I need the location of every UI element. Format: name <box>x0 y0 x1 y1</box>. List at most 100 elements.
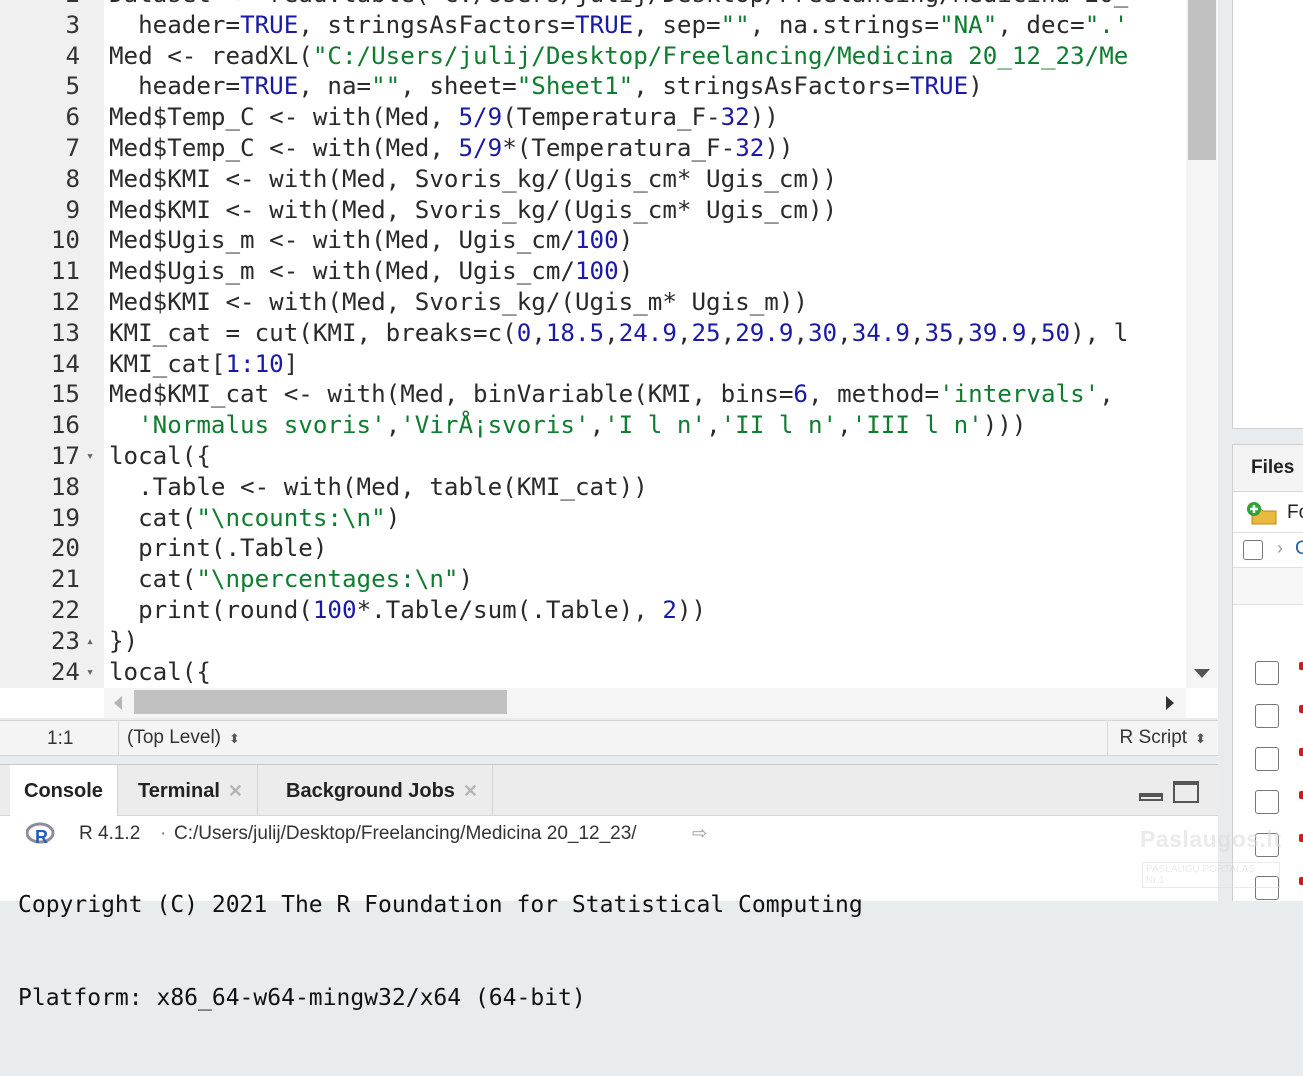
code-line[interactable]: 14 KMI_cat[1:10] <box>0 349 1186 380</box>
source-editor[interactable]: 2 Dataset <- read.table("C:/Users/julij/D… <box>0 0 1218 718</box>
line-number: 3 <box>65 10 80 39</box>
editor-horizontal-scrollbar[interactable] <box>104 688 1186 718</box>
code-token: "" <box>720 10 750 39</box>
file-row[interactable] <box>1233 650 1303 693</box>
code-token: , <box>909 318 925 347</box>
code-line[interactable]: 22 print(round(100*.Table/sum(.Table), 2… <box>0 595 1186 626</box>
code-token: TRUE <box>575 10 634 39</box>
code-area[interactable]: 2 Dataset <- read.table("C:/Users/julij/D… <box>0 0 1186 688</box>
code-line[interactable]: 11 Med$Ugis_m <- with(Med, Ugis_cm/100) <box>0 256 1186 287</box>
line-number: 17 <box>50 442 80 470</box>
tab-files[interactable]: Files <box>1233 445 1303 492</box>
breadcrumb-home[interactable]: C <box>1295 538 1303 560</box>
code-token: ) <box>618 257 634 286</box>
horizontal-scroll-thumb[interactable] <box>134 690 507 714</box>
code-token: "" <box>371 72 401 101</box>
console-output[interactable]: Copyright (C) 2021 The R Foundation for … <box>18 842 1208 1076</box>
code-line[interactable]: 8 Med$KMI <- with(Med, Svoris_kg/(Ugis_cm… <box>0 164 1186 195</box>
file-type-selector[interactable]: R Script ⬍ <box>1106 721 1218 755</box>
code-token: , dec= <box>997 10 1085 39</box>
code-token: , <box>604 318 619 347</box>
tab-console[interactable]: Console <box>10 765 118 816</box>
code-text: Med$Ugis_m <- with(Med, Ugis_cm/100) <box>109 225 633 256</box>
vertical-scroll-thumb[interactable] <box>1188 0 1216 160</box>
chevron-right-icon: › <box>1277 538 1283 558</box>
code-line[interactable]: 13 KMI_cat = cut(KMI, breaks=c(0,18.5,24.… <box>0 318 1186 349</box>
code-token: header= <box>109 10 241 39</box>
code-token: , <box>793 318 808 347</box>
scope-selector[interactable]: (Top Level) ⬍ <box>118 721 240 755</box>
console-output-line: Platform: x86_64-w64-mingw32/x64 (64-bit… <box>18 985 586 1011</box>
code-token: ) <box>458 565 474 594</box>
code-line[interactable]: 23 ▴}) <box>0 626 1186 657</box>
fold-expand-icon[interactable]: ▾ <box>83 441 97 472</box>
code-token: print(.Table) <box>109 534 328 563</box>
code-token: , na= <box>298 72 372 101</box>
code-text: Med <- readXL("C:/Users/julij/Desktop/Fr… <box>109 41 1128 72</box>
code-token: .Table <- with(Med, table(KMI_cat)) <box>109 472 648 501</box>
code-line[interactable]: 18 .Table <- with(Med, table(KMI_cat)) <box>0 472 1186 503</box>
code-token: "NA" <box>939 10 998 39</box>
file-type-icon <box>1299 834 1303 842</box>
file-type-label: R Script <box>1119 727 1188 748</box>
code-line[interactable]: 20 print(.Table) <box>0 533 1186 564</box>
files-toolbar: Fo <box>1233 492 1303 533</box>
code-token: 32 <box>720 103 750 132</box>
code-line[interactable]: 17 ▾ local({ <box>0 441 1186 472</box>
close-icon[interactable]: ✕ <box>228 781 243 801</box>
file-row-checkbox[interactable] <box>1255 790 1279 814</box>
code-token: 35 <box>924 318 954 347</box>
file-type-icon <box>1299 705 1303 713</box>
maximize-pane-icon[interactable] <box>1173 781 1199 803</box>
file-row[interactable] <box>1233 779 1303 822</box>
code-token: , <box>531 318 546 347</box>
code-line[interactable]: 10 Med$Ugis_m <- with(Med, Ugis_cm/100) <box>0 225 1186 256</box>
fold-expand-icon[interactable]: ▾ <box>83 657 97 688</box>
code-line[interactable]: 15 Med$KMI_cat <- with(Med, binVariable(K… <box>0 379 1186 410</box>
code-line[interactable]: 6 Med$Temp_C <- with(Med, 5/9(Temperatura… <box>0 102 1186 133</box>
close-icon[interactable]: ✕ <box>463 781 478 801</box>
code-line[interactable]: 24 ▾ local({ <box>0 657 1186 688</box>
code-token: , <box>706 411 721 440</box>
code-line[interactable]: 2 Dataset <- read.table("C:/Users/julij/D… <box>0 0 1186 10</box>
file-row[interactable] <box>1233 693 1303 736</box>
watermark-subtitle: PASLAUGŲ PORTALAS Nr.1 <box>1142 862 1280 888</box>
scroll-left-arrow-icon[interactable] <box>114 696 122 710</box>
new-folder-button[interactable]: Fo <box>1287 502 1303 524</box>
code-token: 25 <box>691 318 721 347</box>
file-row-checkbox[interactable] <box>1255 661 1279 685</box>
code-line[interactable]: 4 Med <- readXL("C:/Users/julij/Desktop/F… <box>0 41 1186 72</box>
code-line[interactable]: 21 cat("\npercentages:\n") <box>0 564 1186 595</box>
code-line[interactable]: 3 header=TRUE, stringsAsFactors=TRUE, se… <box>0 10 1186 41</box>
tab-terminal[interactable]: Terminal ✕ <box>124 765 258 815</box>
code-line[interactable]: 12 Med$KMI <- with(Med, Svoris_kg/(Ugis_m… <box>0 287 1186 318</box>
code-token: 5/9 <box>458 103 503 132</box>
scroll-right-arrow-icon[interactable] <box>1166 696 1174 710</box>
code-line[interactable]: 19 cat("\ncounts:\n") <box>0 503 1186 534</box>
editor-status-bar: 1:1 (Top Level) ⬍ R Script ⬍ <box>0 720 1218 756</box>
file-row-checkbox[interactable] <box>1255 747 1279 771</box>
code-token: TRUE <box>240 72 299 101</box>
code-line[interactable]: 16 'Normalus svoris','VirÅ¡svoris','I l … <box>0 410 1186 441</box>
code-text: cat("\npercentages:\n") <box>109 564 473 595</box>
code-line[interactable]: 5 header=TRUE, na="", sheet="Sheet1", st… <box>0 71 1186 102</box>
code-token: 50 <box>1041 318 1071 347</box>
fold-collapse-icon[interactable]: ▴ <box>83 626 97 657</box>
line-number: 21 <box>50 565 80 594</box>
code-line[interactable]: 9 Med$KMI <- with(Med, Svoris_kg/(Ugis_cm… <box>0 195 1186 226</box>
editor-vertical-scrollbar[interactable] <box>1186 0 1218 688</box>
file-row[interactable] <box>1233 736 1303 779</box>
new-folder-icon[interactable] <box>1246 501 1278 525</box>
line-number: 19 <box>50 503 80 532</box>
select-all-checkbox[interactable] <box>1243 540 1263 560</box>
minimize-pane-icon[interactable] <box>1139 793 1163 801</box>
code-text: print(.Table) <box>109 533 327 564</box>
code-text: Med$Temp_C <- with(Med, 5/9*(Temperatura… <box>109 133 793 164</box>
file-row-checkbox[interactable] <box>1255 704 1279 728</box>
scroll-down-arrow-icon[interactable] <box>1194 669 1210 678</box>
go-to-directory-icon[interactable]: ⇨ <box>692 823 707 844</box>
code-token: , sep= <box>633 10 721 39</box>
code-line[interactable]: 7 Med$Temp_C <- with(Med, 5/9*(Temperatur… <box>0 133 1186 164</box>
code-token: ] <box>283 349 299 378</box>
tab-background-jobs[interactable]: Background Jobs ✕ <box>272 765 494 815</box>
